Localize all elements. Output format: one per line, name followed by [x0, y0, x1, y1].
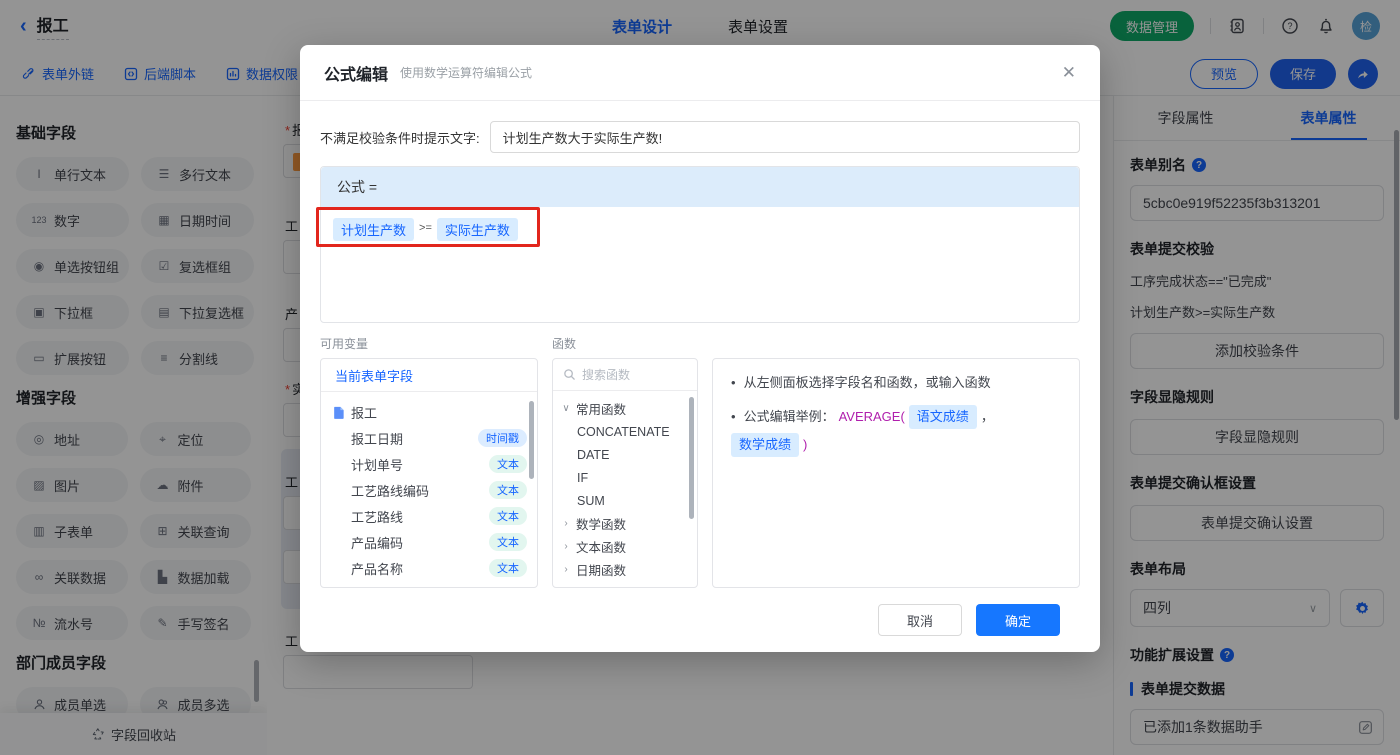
search-icon: [564, 369, 575, 380]
cancel-button[interactable]: 取消: [878, 604, 962, 636]
help-example-field: 数学成绩: [731, 433, 800, 457]
function-group-collapsed[interactable]: › 文本函数: [553, 535, 697, 558]
formula-field-chip[interactable]: 计划生产数: [333, 218, 415, 241]
formula-edit-modal: 公式编辑 使用数学运算符编辑公式 ✕ 不满足校验条件时提示文字: 公式 = 计划…: [300, 45, 1100, 652]
caret-right-icon: ›: [564, 564, 568, 575]
caret-right-icon: ›: [564, 541, 568, 552]
variable-type-badge: 时间戳: [478, 429, 527, 447]
function-item[interactable]: CONCATENATE: [553, 420, 697, 443]
formula-field-chip[interactable]: 实际生产数: [436, 218, 518, 241]
functions-scrollbar[interactable]: [689, 397, 694, 519]
help-example-comma: ，: [980, 409, 994, 424]
variable-item[interactable]: 报工日期 时间戳: [321, 425, 537, 451]
modal-title: 公式编辑: [324, 66, 389, 84]
function-search-input[interactable]: [582, 367, 672, 382]
variables-panel: 当前表单字段 报工 报工日期 时间戳 计划单号 文本 工艺路线编码 文本 工艺路线 文本 产品编码…: [320, 358, 538, 588]
variable-name: 工艺路线编码: [351, 483, 430, 499]
variable-root-label: 报工: [351, 405, 378, 421]
variable-name: 报工日期: [351, 431, 404, 447]
variable-type-badge: 文本: [489, 455, 527, 473]
formula-editor: 公式 = 计划生产数 >= 实际生产数: [316, 166, 1080, 323]
function-group-name: 日期函数: [576, 564, 627, 578]
help-line-1: 从左侧面板选择字段名和函数，或输入函数: [743, 375, 991, 390]
caret-right-icon: ›: [564, 518, 568, 529]
variable-item[interactable]: 产品名称 文本: [321, 555, 537, 581]
variables-scrollbar[interactable]: [529, 401, 534, 479]
variable-type-badge: 文本: [489, 533, 527, 551]
help-example-close: ): [803, 437, 808, 452]
function-group-collapsed[interactable]: › 日期函数: [553, 558, 697, 581]
variable-item[interactable]: 产品编码 文本: [321, 529, 537, 555]
close-icon[interactable]: ✕: [1062, 64, 1076, 81]
app-root: ‹ 报工 表单设计 表单设置 数据管理 ? 检 表单外链 后端脚本 数据权限 预…: [0, 0, 1400, 755]
variable-type-badge: 文本: [489, 481, 527, 499]
function-group-collapsed[interactable]: › 数学函数: [553, 512, 697, 535]
bullet: •: [731, 409, 736, 424]
prompt-text-label: 不满足校验条件时提示文字:: [320, 130, 480, 146]
variable-tree-root[interactable]: 报工: [321, 399, 537, 425]
help-example-function: AVERAGE(: [838, 409, 905, 424]
help-example-prefix: 公式编辑举例：: [743, 409, 835, 424]
modal-subtitle: 使用数学运算符编辑公式: [400, 66, 533, 80]
help-example-field: 语文成绩: [908, 405, 977, 429]
formula-help-panel: • 从左侧面板选择字段名和函数，或输入函数 • 公式编辑举例： AVERAGE(…: [712, 358, 1080, 588]
function-item[interactable]: IF: [553, 466, 697, 489]
bullet: •: [731, 375, 736, 390]
variable-name: 计划单号: [351, 457, 404, 473]
caret-down-icon: ∨: [562, 403, 570, 414]
confirm-button[interactable]: 确定: [976, 604, 1060, 636]
variables-label: 可用变量: [320, 337, 369, 351]
formula-label: 公式 =: [321, 167, 1079, 207]
variable-item[interactable]: 工艺路线编码 文本: [321, 477, 537, 503]
variable-name: 工艺路线: [351, 509, 404, 525]
function-group-name: 常用函数: [576, 403, 627, 417]
function-group-name: 数学函数: [576, 518, 627, 532]
variable-type-badge: 文本: [489, 559, 527, 577]
variable-name: 产品名称: [351, 561, 404, 577]
variable-type-badge: 文本: [489, 507, 527, 525]
functions-label: 函数: [552, 337, 577, 351]
prompt-text-input[interactable]: [489, 121, 1080, 153]
document-icon: [334, 406, 344, 419]
variable-item[interactable]: 工艺路线 文本: [321, 503, 537, 529]
tab-current-form-fields[interactable]: 当前表单字段: [335, 366, 413, 385]
formula-operator: >=: [419, 222, 432, 234]
functions-panel: ∨ 常用函数 CONCATENATEDATEIFSUM › 数学函数 › 文本函数 › 日期函数: [552, 358, 698, 588]
function-item[interactable]: SUM: [553, 489, 697, 512]
variable-item[interactable]: 计划单号 文本: [321, 451, 537, 477]
function-group-name: 文本函数: [576, 541, 627, 555]
formula-input-area[interactable]: 计划生产数 >= 实际生产数: [321, 207, 1079, 322]
function-group-expanded[interactable]: ∨ 常用函数: [553, 397, 697, 420]
variable-name: 产品编码: [351, 535, 404, 551]
function-item[interactable]: DATE: [553, 443, 697, 466]
